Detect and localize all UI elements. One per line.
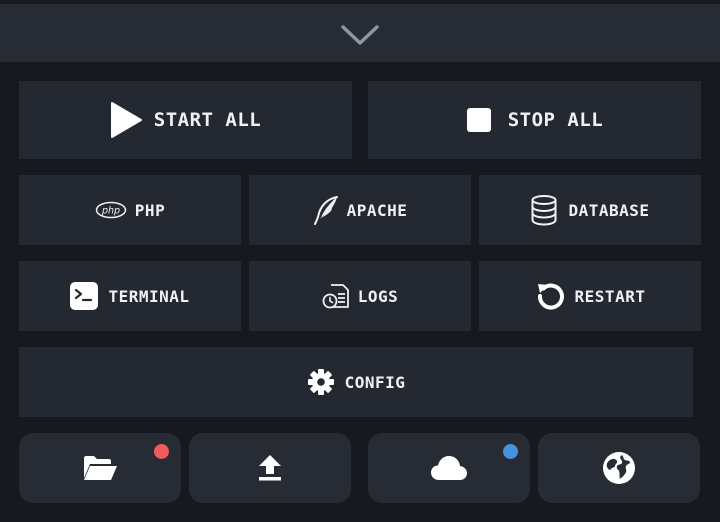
terminal-button[interactable]: TERMINAL bbox=[19, 261, 241, 331]
terminal-label: TERMINAL bbox=[108, 286, 190, 306]
control-panel: START ALL STOP ALL php PHP APACHE DATABA… bbox=[0, 0, 720, 522]
upload-button[interactable] bbox=[189, 433, 351, 503]
web-button[interactable] bbox=[538, 433, 700, 503]
chevron-down-icon bbox=[340, 23, 380, 51]
database-icon bbox=[530, 194, 558, 226]
logs-button[interactable]: LOGS bbox=[249, 261, 471, 331]
logs-icon bbox=[322, 282, 350, 310]
open-folder-button[interactable] bbox=[19, 433, 181, 503]
php-button[interactable]: php PHP bbox=[19, 175, 241, 245]
cloud-notification-badge bbox=[503, 444, 518, 459]
collapse-bar[interactable] bbox=[0, 0, 720, 62]
cloud-icon bbox=[430, 455, 468, 481]
stop-icon bbox=[466, 107, 492, 133]
php-logo-text: php bbox=[101, 206, 120, 217]
cloud-button[interactable] bbox=[368, 433, 530, 503]
database-button[interactable]: DATABASE bbox=[479, 175, 701, 245]
restart-label: RESTART bbox=[574, 286, 646, 306]
globe-icon bbox=[602, 451, 636, 485]
restart-icon bbox=[535, 280, 567, 312]
folder-notification-badge bbox=[154, 444, 169, 459]
play-icon bbox=[110, 102, 142, 138]
stop-all-label: STOP ALL bbox=[507, 109, 604, 131]
stop-all-button[interactable]: STOP ALL bbox=[368, 81, 701, 159]
apache-button[interactable]: APACHE bbox=[249, 175, 471, 245]
gear-icon bbox=[307, 368, 335, 396]
php-logo-icon: php bbox=[95, 201, 127, 219]
database-label: DATABASE bbox=[568, 200, 650, 220]
start-all-label: START ALL bbox=[153, 109, 262, 131]
terminal-icon bbox=[70, 282, 99, 310]
logs-label: LOGS bbox=[357, 286, 399, 306]
config-label: CONFIG bbox=[344, 372, 406, 392]
collapse-toggle[interactable] bbox=[336, 22, 384, 52]
feather-icon bbox=[313, 195, 339, 225]
upload-icon bbox=[258, 454, 282, 482]
start-all-button[interactable]: START ALL bbox=[19, 81, 352, 159]
folder-open-icon bbox=[82, 454, 118, 482]
config-button[interactable]: CONFIG bbox=[19, 347, 693, 417]
restart-button[interactable]: RESTART bbox=[479, 261, 701, 331]
apache-label: APACHE bbox=[346, 200, 408, 220]
php-label: PHP bbox=[134, 200, 166, 220]
